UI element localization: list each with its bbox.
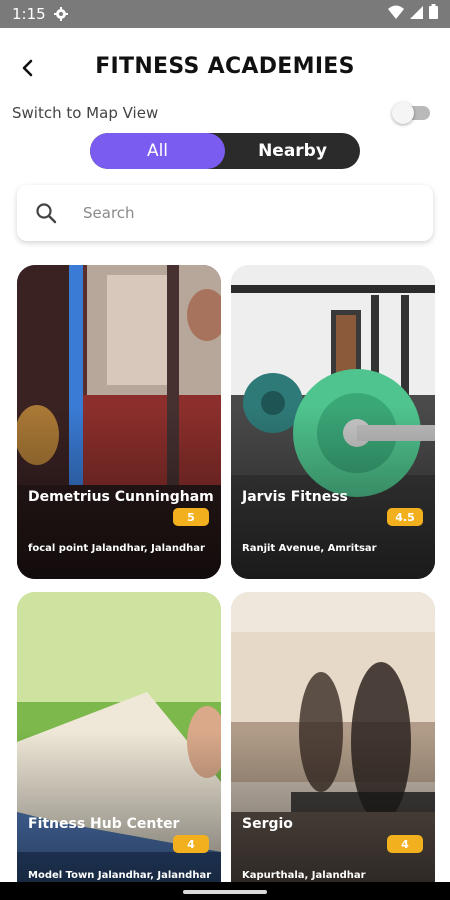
- page-title: FITNESS ACADEMIES: [95, 54, 355, 79]
- home-gesture-handle[interactable]: [183, 890, 267, 894]
- academy-address: Kapurthala, Jalandhar: [242, 870, 366, 881]
- academy-name: Fitness Hub Center: [28, 816, 180, 832]
- rating-badge: 4: [387, 835, 423, 853]
- academy-address: Model Town Jalandhar, Jalandhar: [28, 870, 212, 881]
- cell-signal-icon: [410, 5, 423, 24]
- search-input[interactable]: [83, 204, 383, 222]
- academy-address: focal point Jalandhar, Jalandhar: [28, 543, 205, 554]
- rating-badge: 5: [173, 508, 209, 526]
- rating-badge: 4: [173, 835, 209, 853]
- academy-name: Jarvis Fitness: [242, 489, 348, 505]
- academy-name: Demetrius Cunningham: [28, 489, 214, 505]
- status-bar: 1:15: [0, 0, 450, 28]
- status-time: 1:15: [12, 5, 46, 23]
- segment-all[interactable]: All: [90, 133, 225, 169]
- academy-name: Sergio: [242, 816, 293, 832]
- system-navigation-bar: [0, 882, 450, 900]
- academy-card[interactable]: Sergio 4 Kapurthala, Jalandhar: [231, 592, 435, 900]
- segment-nearby[interactable]: Nearby: [225, 133, 360, 169]
- search-box: [17, 185, 433, 241]
- map-view-label: Switch to Map View: [12, 104, 159, 122]
- academy-card[interactable]: Jarvis Fitness 4.5 Ranjit Avenue, Amrits…: [231, 265, 435, 579]
- battery-icon: [429, 4, 438, 24]
- academy-address: Ranjit Avenue, Amritsar: [242, 543, 377, 554]
- academy-card[interactable]: Fitness Hub Center 4 Model Town Jalandha…: [17, 592, 221, 900]
- search-icon: [35, 202, 57, 224]
- header: FITNESS ACADEMIES: [0, 40, 450, 96]
- map-view-switch-row: Switch to Map View: [12, 100, 430, 126]
- academy-card[interactable]: Demetrius Cunningham 5 focal point Jalan…: [17, 265, 221, 579]
- toggle-knob: [392, 102, 414, 124]
- wifi-icon: [388, 5, 404, 24]
- rating-badge: 4.5: [387, 508, 423, 526]
- settings-gear-icon: [53, 7, 68, 21]
- filter-segmented-control: All Nearby: [90, 133, 360, 169]
- map-view-toggle[interactable]: [392, 102, 430, 124]
